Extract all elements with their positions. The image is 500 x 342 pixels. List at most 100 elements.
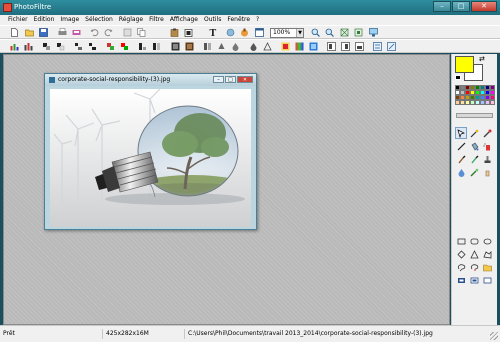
smudge-icon[interactable]	[468, 166, 480, 178]
finger-icon[interactable]	[481, 166, 493, 178]
lasso-icon[interactable]	[455, 261, 467, 273]
copy-icon[interactable]	[137, 28, 146, 37]
magic-wand-icon[interactable]	[468, 127, 480, 139]
clone-stamp-icon[interactable]	[481, 153, 493, 165]
polygon-shape-icon[interactable]	[481, 248, 493, 260]
brightness-minus-icon[interactable]	[42, 42, 51, 51]
drop-icon[interactable]	[231, 42, 240, 51]
fit-window-icon[interactable]	[354, 28, 363, 37]
flip-v-icon[interactable]	[341, 42, 350, 51]
spray-icon[interactable]	[481, 140, 493, 152]
magnetic-lasso-icon[interactable]	[468, 261, 480, 273]
rotate-icon[interactable]	[355, 42, 364, 51]
color-palette[interactable]	[455, 85, 495, 105]
saturation-minus-icon[interactable]	[106, 42, 115, 51]
advanced-brush-icon[interactable]	[468, 153, 480, 165]
menu-fenetre[interactable]: Fenêtre	[224, 15, 253, 25]
zoom-100-icon[interactable]	[340, 28, 349, 37]
eyedropper-icon[interactable]	[481, 127, 493, 139]
blur-tool-icon[interactable]	[455, 166, 467, 178]
document-window-controls: – □ ✕	[213, 76, 253, 83]
blur-icon[interactable]	[203, 42, 212, 51]
zoom-in-icon[interactable]	[311, 28, 320, 37]
menu-reglage[interactable]: Réglage	[116, 15, 146, 25]
foreground-color-swatch[interactable]	[455, 56, 474, 73]
brightness-plus-icon[interactable]	[56, 42, 65, 51]
document-close-button[interactable]: ✕	[237, 76, 253, 83]
new-icon[interactable]	[10, 28, 19, 37]
close-button[interactable]: ✕	[471, 1, 497, 12]
menu-selection[interactable]: Sélection	[82, 15, 116, 25]
gamma-minus-icon[interactable]	[138, 42, 147, 51]
zoom-select[interactable]: 100% ▼	[270, 28, 304, 38]
text-icon[interactable]: T	[208, 28, 217, 37]
triangle-icon[interactable]	[263, 42, 272, 51]
resize-icon[interactable]	[387, 42, 396, 51]
print-icon[interactable]	[58, 28, 67, 37]
selection-tool-icon[interactable]	[455, 127, 467, 139]
menu-outils[interactable]: Outils	[201, 15, 224, 25]
minimize-button[interactable]: –	[433, 1, 451, 12]
rotate-ccw-icon[interactable]	[373, 42, 382, 51]
grayscale-icon[interactable]	[171, 42, 180, 51]
automation-icon[interactable]	[240, 28, 249, 37]
cut-icon[interactable]	[123, 28, 132, 37]
rgb-icon[interactable]	[309, 42, 318, 51]
window-icon[interactable]	[255, 28, 264, 37]
menu-image[interactable]: Image	[57, 15, 82, 25]
tools-panel: ⇄	[451, 54, 497, 325]
brush-icon[interactable]	[455, 153, 467, 165]
menu-affichage[interactable]: Affichage	[167, 15, 201, 25]
auto-contrast-icon[interactable]	[24, 42, 33, 51]
flip-h-icon[interactable]	[327, 42, 336, 51]
resize-grip[interactable]	[490, 332, 498, 340]
effect-icon[interactable]	[281, 42, 290, 51]
drop-plus-icon[interactable]	[249, 42, 258, 51]
scan-icon[interactable]	[72, 28, 81, 37]
sharpen-icon[interactable]	[217, 42, 226, 51]
invert-selection-icon[interactable]	[468, 274, 480, 286]
open-icon[interactable]	[25, 28, 34, 37]
menu-help[interactable]: ?	[253, 15, 262, 25]
document-minimize-button[interactable]: –	[213, 76, 224, 83]
diamond-shape-icon[interactable]	[455, 248, 467, 260]
paste-icon[interactable]	[170, 28, 179, 37]
swap-colors-icon[interactable]: ⇄	[479, 55, 485, 63]
stamp-icon[interactable]	[226, 28, 235, 37]
save-icon[interactable]	[39, 28, 48, 37]
sepia-icon[interactable]	[185, 42, 194, 51]
document-window[interactable]: corporate-social-responsibility-(3).jpg …	[44, 73, 257, 230]
contrast-plus-icon[interactable]	[88, 42, 97, 51]
gamma-plus-icon[interactable]	[152, 42, 161, 51]
chevron-down-icon[interactable]: ▼	[296, 29, 303, 37]
menu-fichier[interactable]: Fichier	[5, 15, 31, 25]
undo-icon[interactable]	[90, 28, 99, 37]
rounded-rect-shape-icon[interactable]	[468, 235, 480, 247]
menu-filtre[interactable]: Filtre	[146, 15, 167, 25]
document-title-bar[interactable]: corporate-social-responsibility-(3).jpg …	[45, 74, 256, 86]
document-title: corporate-social-responsibility-(3).jpg	[58, 76, 171, 83]
rectangle-shape-icon[interactable]	[455, 235, 467, 247]
maximize-button[interactable]: □	[452, 1, 470, 12]
folder-shape-icon[interactable]	[481, 261, 493, 273]
paste-new-icon[interactable]	[184, 28, 193, 37]
palette-scrollbar[interactable]	[456, 113, 493, 118]
hide-selection-icon[interactable]	[481, 274, 493, 286]
line-tool-icon[interactable]	[455, 140, 467, 152]
fill-bucket-icon[interactable]	[468, 140, 480, 152]
document-maximize-button[interactable]: □	[225, 76, 236, 83]
document-image[interactable]	[50, 89, 251, 227]
triangle-shape-icon[interactable]	[468, 248, 480, 260]
redo-icon[interactable]	[104, 28, 113, 37]
zoom-out-icon[interactable]	[325, 28, 334, 37]
reset-colors-icon[interactable]	[455, 75, 461, 80]
monitor-icon[interactable]	[369, 28, 378, 37]
menu-edition[interactable]: Edition	[31, 15, 58, 25]
auto-levels-icon[interactable]	[10, 42, 19, 51]
saturation-plus-icon[interactable]	[120, 42, 129, 51]
palette-swatch[interactable]	[490, 100, 495, 105]
contrast-minus-icon[interactable]	[74, 42, 83, 51]
select-all-icon[interactable]	[455, 274, 467, 286]
gradient-icon[interactable]	[295, 42, 304, 51]
ellipse-shape-icon[interactable]	[481, 235, 493, 247]
